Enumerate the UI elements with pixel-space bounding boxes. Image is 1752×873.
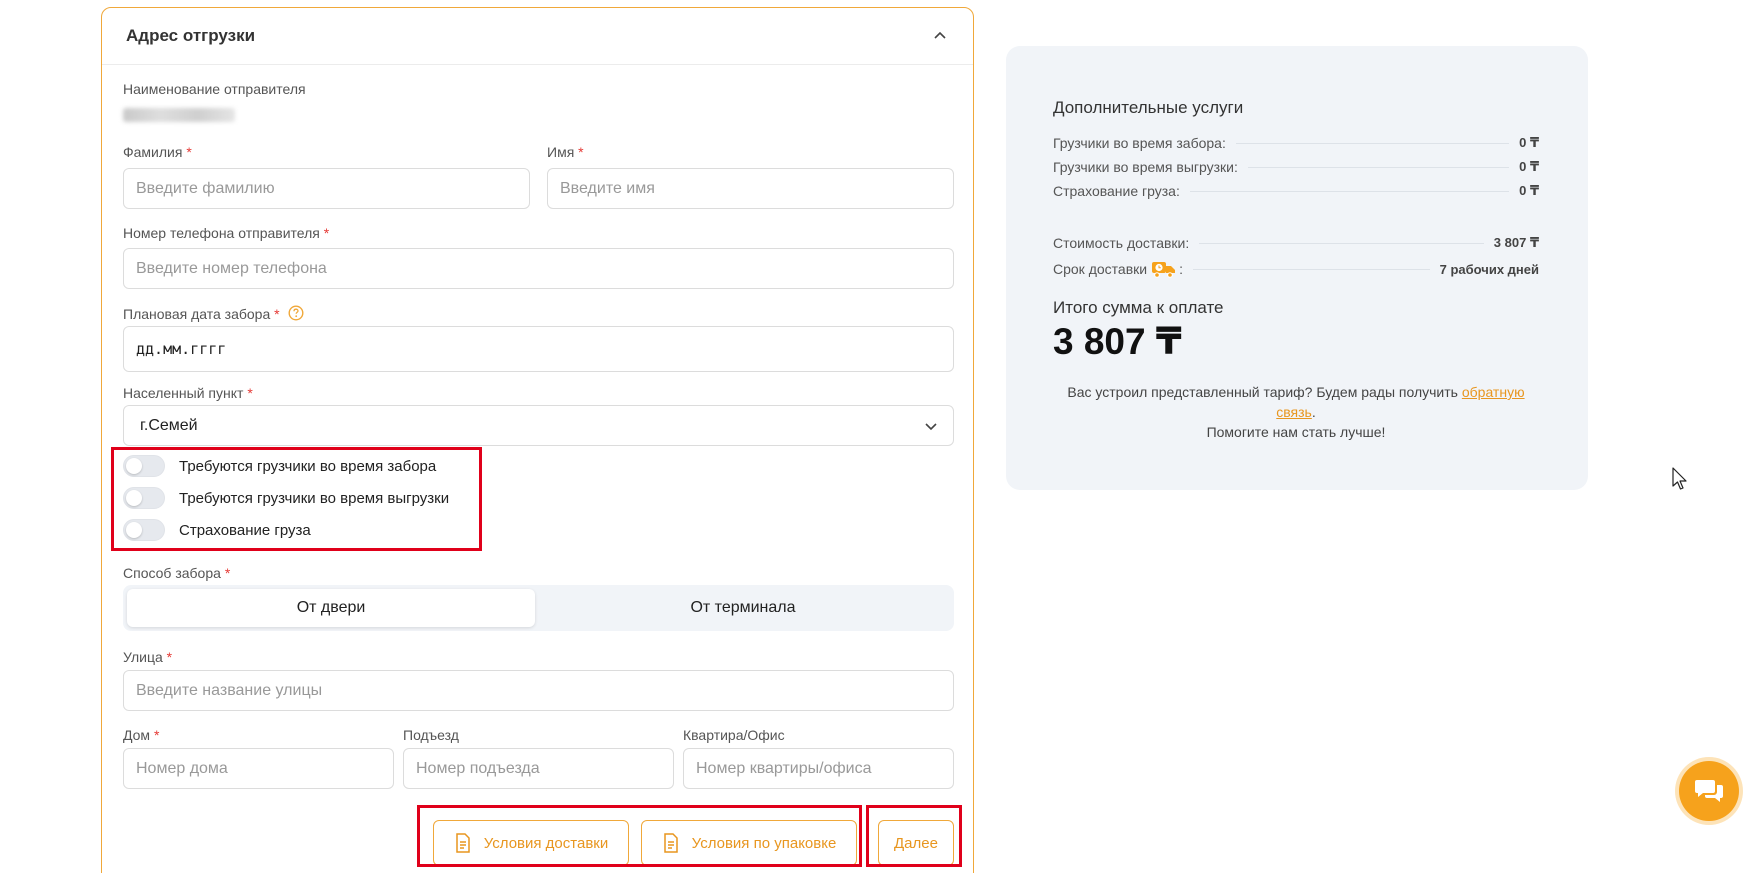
truck-clock-icon: [1152, 262, 1176, 278]
lastname-input[interactable]: Введите фамилию: [123, 168, 530, 209]
sender-name-value-blurred: [123, 108, 235, 122]
city-select-value: г.Семей: [140, 416, 198, 434]
pickup-date-label: Плановая дата забора *: [123, 306, 280, 322]
mouse-cursor-icon: [1672, 467, 1687, 490]
service-row: Грузчики во время выгрузки: 0 ₸: [1053, 159, 1539, 175]
pickup-method-label: Способ забора *: [123, 565, 231, 581]
chat-icon: [1695, 780, 1723, 802]
house-label: Дом *: [123, 727, 160, 743]
firstname-input[interactable]: Введите имя: [547, 168, 954, 209]
shipping-address-card: Адрес отгрузки Наименование отправителя …: [101, 7, 974, 873]
apartment-input[interactable]: Номер квартиры/офиса: [683, 748, 954, 789]
firstname-label: Имя *: [547, 144, 584, 160]
city-label: Населенный пункт *: [123, 385, 253, 401]
total-value: 3 807 ₸: [1053, 321, 1182, 362]
chevron-down-icon: [925, 423, 937, 431]
entrance-input[interactable]: Номер подъезда: [403, 748, 674, 789]
delivery-cost-row: Стоимость доставки: 3 807 ₸: [1053, 235, 1539, 251]
apartment-label: Квартира/Офис: [683, 727, 785, 743]
sender-name-label: Наименование отправителя: [123, 81, 306, 97]
street-input[interactable]: Введите название улицы: [123, 670, 954, 711]
service-row: Страхование груза: 0 ₸: [1053, 183, 1539, 199]
highlight-terms-buttons: [417, 805, 862, 867]
service-row: Грузчики во время забора: 0 ₸: [1053, 135, 1539, 151]
help-icon[interactable]: [288, 305, 304, 321]
additional-services-title: Дополнительные услуги: [1053, 98, 1244, 117]
house-input[interactable]: Номер дома: [123, 748, 394, 789]
city-select[interactable]: г.Семей: [123, 405, 954, 446]
highlight-toggles: [111, 447, 482, 551]
highlight-next-button: [866, 805, 962, 867]
card-title: Адрес отгрузки: [126, 26, 256, 45]
lastname-label: Фамилия *: [123, 144, 192, 160]
chevron-up-icon[interactable]: [931, 27, 949, 45]
chat-button[interactable]: [1679, 761, 1739, 821]
total-label: Итого сумма к оплате: [1053, 298, 1224, 317]
feedback-text: Вас устроил представленный тариф? Будем …: [1067, 384, 1525, 440]
pickup-method-segmented: От двери От терминала: [123, 585, 954, 631]
street-label: Улица *: [123, 649, 173, 665]
phone-label: Номер телефона отправителя *: [123, 225, 330, 241]
entrance-label: Подъезд: [403, 727, 459, 743]
pickup-from-door-option[interactable]: От двери: [127, 589, 535, 627]
pickup-from-terminal-option[interactable]: От терминала: [539, 589, 947, 627]
card-header[interactable]: Адрес отгрузки: [102, 8, 973, 65]
delivery-time-row: Срок доставки :7 рабочих дней: [1053, 261, 1539, 278]
summary-panel: Дополнительные услуги Грузчики во время …: [1006, 46, 1588, 490]
pickup-date-input[interactable]: дд.мм.гггг: [123, 326, 954, 372]
phone-input[interactable]: Введите номер телефона: [123, 248, 954, 289]
